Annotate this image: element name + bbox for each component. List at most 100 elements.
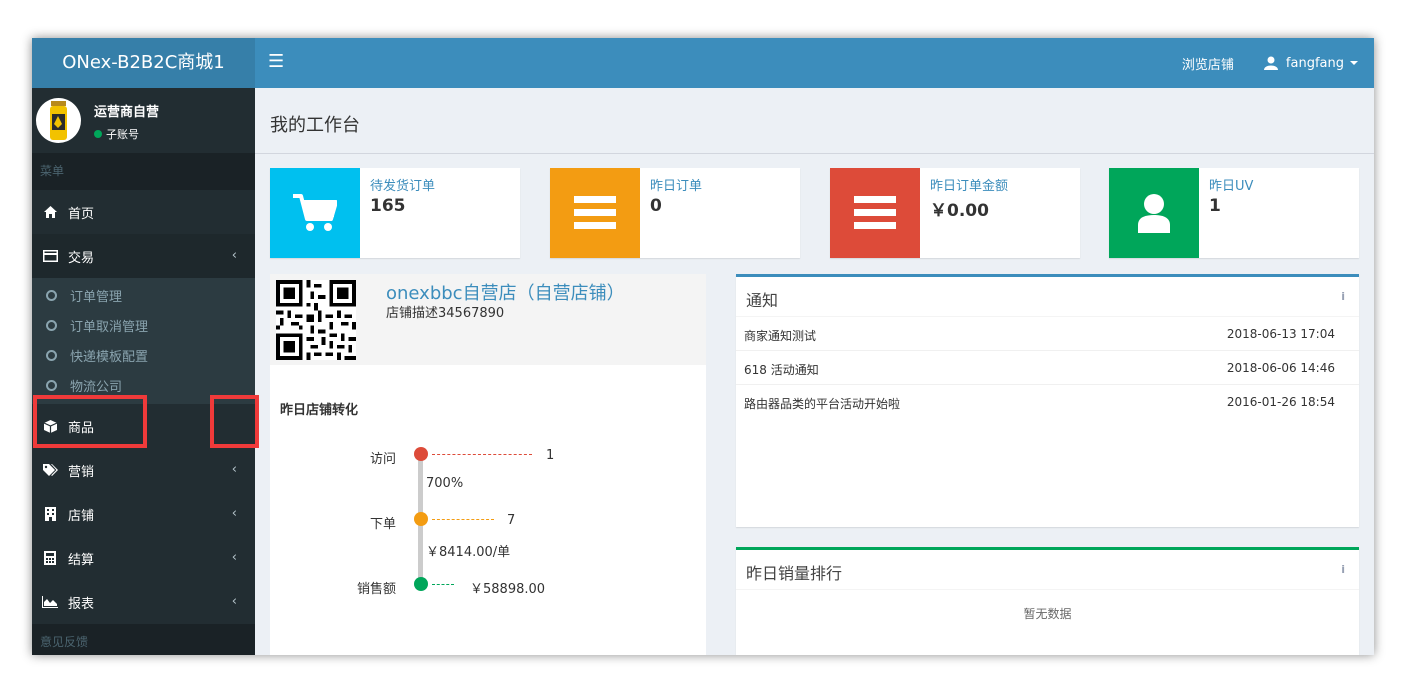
sidebar-item-settlement[interactable]: 结算 ‹: [32, 536, 255, 580]
sidebar-item-label: 结算: [68, 552, 95, 568]
funnel-dot-visit: [414, 447, 428, 461]
stat-label: 昨日UV: [1209, 179, 1254, 194]
submenu-item-shipping-template[interactable]: 快递模板配置: [32, 340, 255, 370]
list-icon: [574, 196, 616, 229]
notice-row-title: 路由器品类的平台活动开始啦: [744, 397, 901, 411]
info-icon[interactable]: i: [1341, 563, 1345, 576]
store-description: 店铺描述34567890: [386, 306, 505, 321]
info-icon[interactable]: i: [1341, 290, 1345, 303]
submenu-item-label: 订单取消管理: [70, 319, 149, 335]
area-chart-icon: [42, 596, 58, 608]
highlight-box-goods-chevron: [210, 395, 259, 448]
trade-submenu: 订单管理 订单取消管理 快递模板配置 物流公司: [32, 278, 255, 404]
top-navbar: ONex-B2B2C商城1 ☰ 浏览店铺 fangfang: [32, 38, 1374, 88]
sidebar: 运营商自营 子账号 菜单 首页 交易 ‹ 订单管理 订单取消管理 快递模板配置 …: [32, 88, 255, 655]
browse-store-link[interactable]: 浏览店铺: [1182, 54, 1234, 73]
stat-value: 165: [370, 196, 406, 216]
user-status: 子账号: [94, 126, 139, 142]
funnel-sales-label: 销售额: [357, 582, 397, 597]
stat-value: 0: [650, 196, 662, 216]
store-header: onexbbc自营店（自营店铺） 店铺描述34567890: [270, 274, 706, 365]
calculator-icon: [42, 551, 58, 565]
navbar-right: 浏览店铺 fangfang: [1182, 38, 1358, 88]
building-icon: [42, 507, 58, 521]
store-panel: onexbbc自营店（自营店铺） 店铺描述34567890 昨日店铺转化 访问 …: [270, 274, 706, 655]
shopping-cart-icon: [293, 194, 337, 231]
feedback-header: 意见反馈: [32, 624, 255, 655]
submenu-item-label: 物流公司: [70, 379, 123, 395]
notice-row[interactable]: 路由器品类的平台活动开始啦 2016-01-26 18:54: [736, 385, 1359, 419]
stat-value: ￥0.00: [930, 201, 989, 221]
sidebar-item-report[interactable]: 报表 ‹: [32, 580, 255, 624]
app-window: ONex-B2B2C商城1 ☰ 浏览店铺 fangfang 运营商自营 子账号 …: [32, 38, 1374, 655]
funnel-dot-sales: [414, 577, 428, 591]
sidebar-item-label: 报表: [68, 596, 95, 612]
user-name: 运营商自营: [94, 105, 160, 120]
funnel-rate: 700%: [426, 476, 464, 491]
sidebar-item-home[interactable]: 首页: [32, 190, 255, 234]
funnel-visit-value: 1: [546, 448, 555, 463]
content-header: 我的工作台: [255, 88, 1374, 154]
stat-card-yesterday-amount[interactable]: 昨日订单金额 ￥0.00: [830, 168, 1080, 258]
menu-header: 菜单: [32, 153, 255, 190]
app-logo[interactable]: ONex-B2B2C商城1: [32, 38, 255, 88]
circle-icon: [46, 289, 57, 301]
sidebar-item-trade[interactable]: 交易 ‹: [32, 234, 255, 278]
user-icon: [1263, 56, 1278, 70]
notice-box: 通知 i 商家通知测试 2018-06-13 17:04 618 活动通知 20…: [736, 274, 1359, 527]
sidebar-item-label: 店铺: [68, 508, 95, 524]
stat-label: 昨日订单金额: [930, 179, 1009, 194]
stat-icon-box: [830, 168, 920, 258]
stat-card-yesterday-orders[interactable]: 昨日订单 0: [550, 168, 800, 258]
highlight-box-goods-label: [33, 395, 147, 448]
submenu-item-order-cancel[interactable]: 订单取消管理: [32, 310, 255, 340]
empty-state-text: 暂无数据: [1023, 607, 1072, 621]
sidebar-item-label: 营销: [68, 464, 95, 480]
chevron-left-icon: ‹: [231, 462, 237, 477]
user-menu[interactable]: fangfang: [1263, 56, 1358, 71]
notice-row[interactable]: 618 活动通知 2018-06-06 14:46: [736, 351, 1359, 385]
stat-card-yesterday-uv[interactable]: 昨日UV 1: [1109, 168, 1359, 258]
notice-row[interactable]: 商家通知测试 2018-06-13 17:04: [736, 317, 1359, 351]
sidebar-item-label: 交易: [68, 250, 95, 266]
sidebar-item-store[interactable]: 店铺 ‹: [32, 492, 255, 536]
user-panel: 运营商自营 子账号: [32, 88, 255, 153]
main-content: 我的工作台 待发货订单 165 昨日订单 0 昨日订单金额 ￥0.00 昨日UV…: [255, 88, 1374, 655]
conversion-title: 昨日店铺转化: [280, 403, 359, 418]
funnel-line-sales: [432, 584, 454, 585]
stat-icon-box: [550, 168, 640, 258]
ranking-box-header: 昨日销量排行 i: [736, 550, 1359, 590]
sidebar-item-marketing[interactable]: 营销 ‹: [32, 448, 255, 492]
chevron-left-icon: ‹: [231, 550, 237, 565]
credit-card-icon: [42, 250, 58, 262]
funnel-line-order: [432, 519, 494, 520]
funnel-sales-value: ￥58898.00: [470, 582, 546, 597]
stat-label: 昨日订单: [650, 179, 703, 194]
user-icon: [1138, 194, 1170, 233]
circle-icon: [46, 319, 57, 331]
notice-row-date: 2018-06-06 14:46: [1226, 361, 1335, 375]
home-icon: [42, 206, 58, 218]
funnel-dot-order: [414, 512, 428, 526]
stat-card-pending-shipment[interactable]: 待发货订单 165: [270, 168, 520, 258]
stat-icon-box: [270, 168, 360, 258]
stat-value: 1: [1209, 196, 1221, 216]
qr-code-icon: [276, 280, 356, 360]
sidebar-item-label: 首页: [68, 206, 95, 222]
menu-toggle-icon[interactable]: ☰: [268, 51, 284, 72]
notice-row-date: 2018-06-13 17:04: [1226, 327, 1335, 341]
notice-title: 通知: [746, 291, 779, 310]
avatar: [36, 98, 81, 143]
circle-icon: [46, 379, 57, 391]
chevron-left-icon: ‹: [231, 248, 237, 263]
chevron-left-icon: ‹: [231, 506, 237, 521]
notice-row-title: 商家通知测试: [744, 329, 817, 343]
funnel-per-order: ￥8414.00/单: [426, 545, 511, 560]
funnel-order-label: 下单: [370, 517, 397, 532]
funnel-line-visit: [432, 454, 532, 455]
ranking-title: 昨日销量排行: [746, 564, 843, 583]
submenu-item-order-management[interactable]: 订单管理: [32, 280, 255, 310]
user-status-text: 子账号: [106, 128, 139, 141]
chevron-left-icon: ‹: [231, 594, 237, 609]
notice-row-title: 618 活动通知: [744, 363, 819, 377]
